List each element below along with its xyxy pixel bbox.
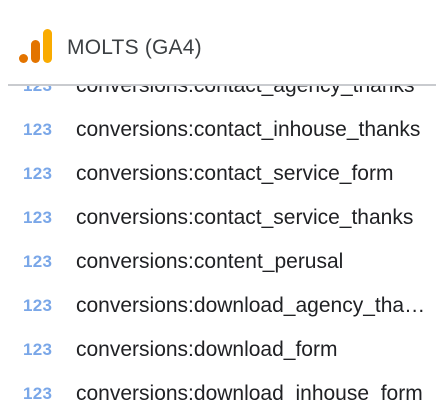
field-item-download-inhouse-form[interactable]: 123 conversions:download_inhouse_form [0, 372, 436, 402]
field-item-content-perusal[interactable]: 123 conversions:content_perusal [0, 240, 436, 284]
field-item-contact-service-thanks[interactable]: 123 conversions:contact_service_thanks [0, 196, 436, 240]
header-divider [8, 84, 436, 86]
field-label: conversions:content_perusal [76, 250, 344, 273]
field-list[interactable]: 123 conversions:contact_agency_thanks 12… [0, 86, 436, 402]
numeric-field-icon: 123 [23, 252, 53, 271]
numeric-field-icon: 123 [23, 208, 53, 227]
field-label: conversions:contact_service_form [76, 162, 394, 185]
field-item-contact-agency-thanks[interactable]: 123 conversions:contact_agency_thanks [0, 86, 436, 108]
field-label: conversions:download_form [76, 338, 338, 361]
data-source-title: MOLTS (GA4) [67, 36, 202, 59]
field-item-download-agency-thanks[interactable]: 123 conversions:download_agency_thanks [0, 284, 436, 328]
numeric-field-icon: 123 [23, 296, 53, 315]
numeric-field-icon: 123 [23, 86, 52, 95]
field-item-contact-service-form[interactable]: 123 conversions:contact_service_form [0, 152, 436, 196]
field-label: conversions:contact_inhouse_thanks [76, 118, 421, 141]
google-analytics-icon [19, 29, 52, 63]
numeric-field-icon: 123 [23, 120, 53, 139]
numeric-field-icon: 123 [23, 340, 53, 359]
numeric-field-icon: 123 [23, 164, 53, 183]
numeric-field-icon: 123 [23, 384, 53, 402]
field-item-download-form[interactable]: 123 conversions:download_form [0, 328, 436, 372]
field-label: conversions:download_agency_thanks [76, 294, 432, 317]
field-label: conversions:contact_service_thanks [76, 206, 414, 229]
field-item-contact-inhouse-thanks[interactable]: 123 conversions:contact_inhouse_thanks [0, 108, 436, 152]
data-source-header: MOLTS (GA4) [0, 0, 436, 84]
field-label: conversions:contact_agency_thanks [76, 86, 432, 98]
field-label: conversions:download_inhouse_form [76, 382, 423, 402]
